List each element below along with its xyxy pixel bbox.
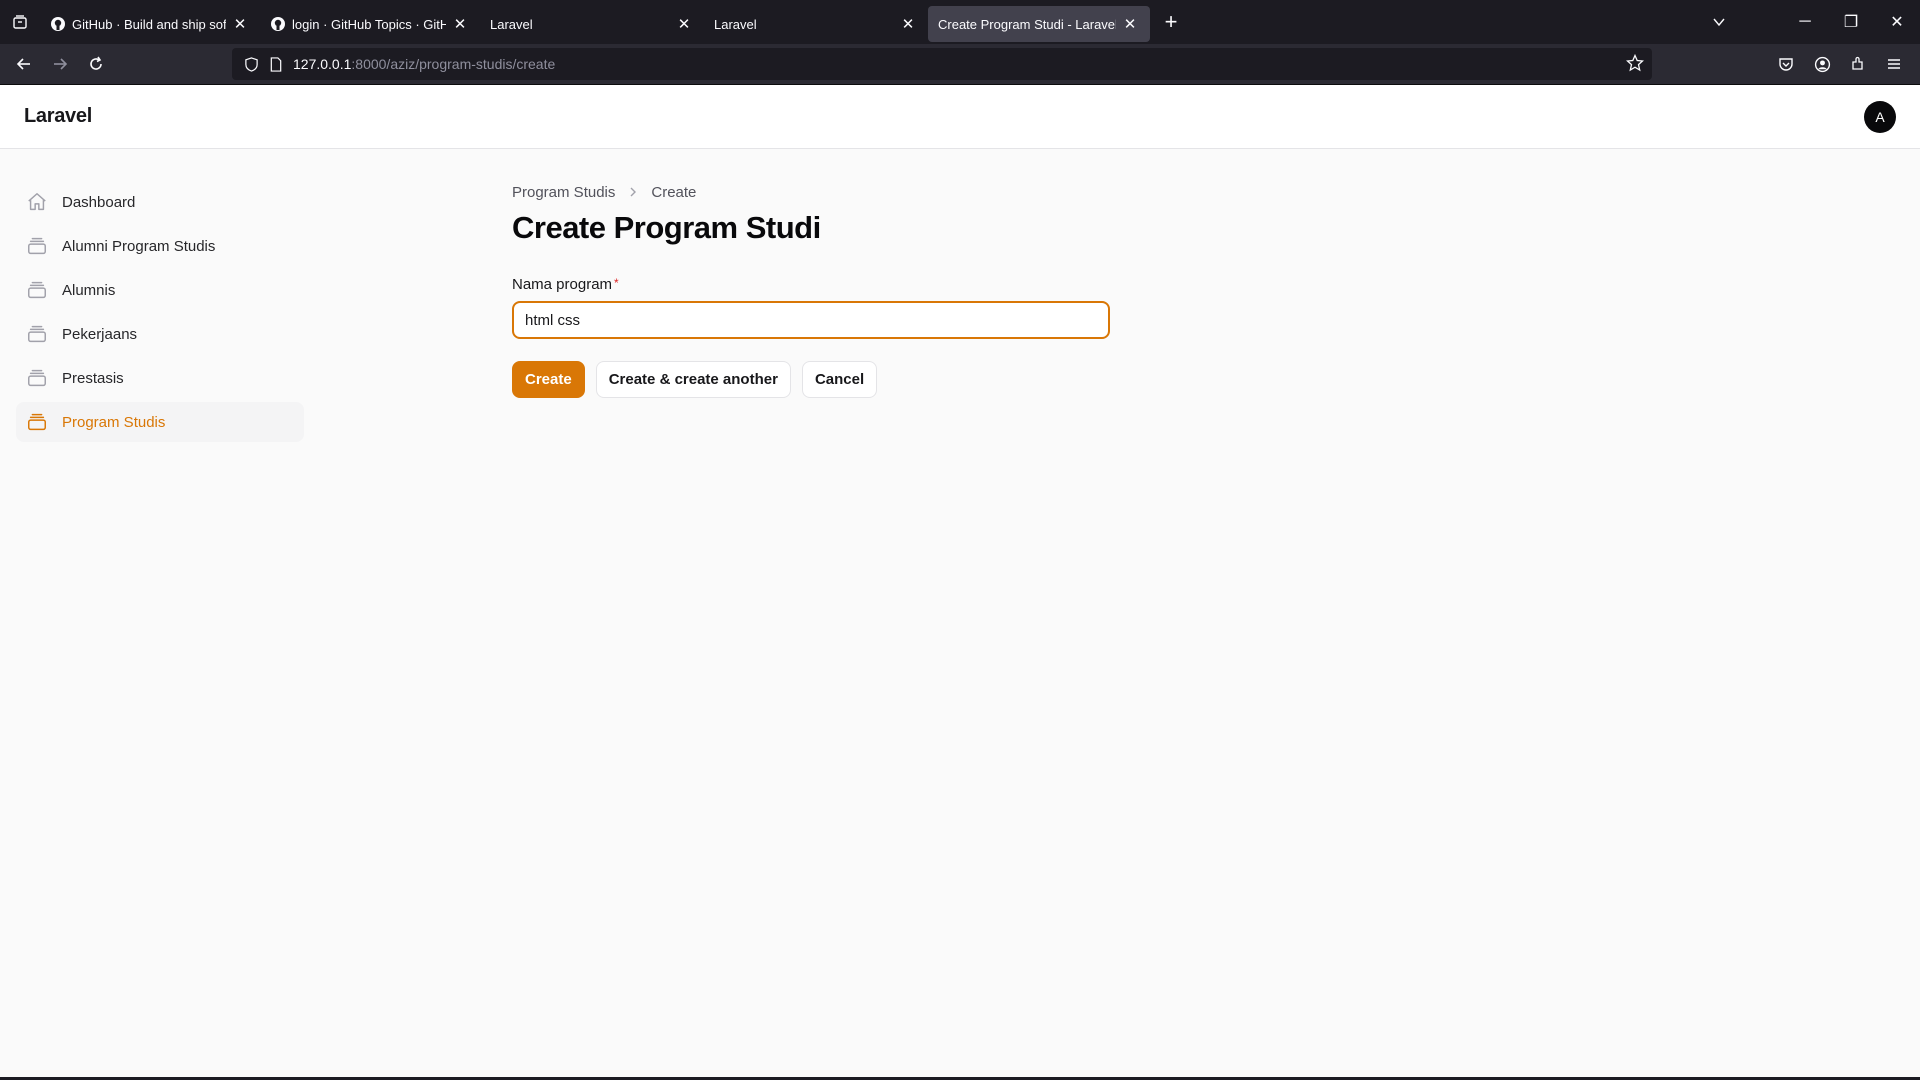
back-icon[interactable] <box>6 46 42 82</box>
minimize-icon[interactable]: ─ <box>1782 13 1828 31</box>
brand-logo[interactable]: Laravel <box>24 105 92 128</box>
pocket-icon[interactable] <box>1768 46 1804 82</box>
extensions-icon[interactable] <box>1840 46 1876 82</box>
tab-title: login · GitHub Topics · GitHub <box>292 16 446 32</box>
chevron-down-icon[interactable] <box>1696 15 1742 29</box>
browser-nav-bar: 127.0.0.1:8000/aziz/program-studis/creat… <box>0 44 1920 85</box>
shield-icon[interactable] <box>244 56 259 72</box>
home-icon <box>26 191 48 213</box>
sidebar-item-label: Pekerjaans <box>62 325 138 343</box>
account-icon[interactable] <box>1804 46 1840 82</box>
close-window-icon[interactable]: ✕ <box>1874 12 1920 32</box>
field-label: Nama program * <box>512 276 1412 293</box>
browser-tab-active[interactable]: Create Program Studi - Laravel ✕ <box>928 6 1150 42</box>
url-path: :8000/aziz/program-studis/create <box>351 56 556 72</box>
sidebar-item-alumnis[interactable]: Alumnis <box>16 270 304 310</box>
browser-tab[interactable]: Laravel ✕ <box>704 6 928 42</box>
create-button[interactable]: Create <box>512 361 585 398</box>
close-icon[interactable]: ✕ <box>898 14 918 34</box>
tab-title: Laravel <box>490 16 533 32</box>
form-actions: Create Create & create another Cancel <box>512 361 1412 398</box>
app-topbar: Laravel A <box>0 85 1920 149</box>
tab-title: Laravel <box>714 16 757 32</box>
breadcrumb-current: Create <box>651 183 697 201</box>
close-icon[interactable]: ✕ <box>230 14 250 34</box>
nama-program-input[interactable] <box>512 301 1110 339</box>
main-content: Program Studis Create Create Program Stu… <box>512 182 1412 398</box>
breadcrumb: Program Studis Create <box>512 182 1412 202</box>
reload-icon[interactable] <box>78 46 114 82</box>
collection-icon <box>26 279 48 301</box>
menu-icon[interactable] <box>1876 46 1912 82</box>
page-title: Create Program Studi <box>512 210 821 245</box>
browser-tab[interactable]: Laravel ✕ <box>480 6 704 42</box>
sidebar-item-prestasis[interactable]: Prestasis <box>16 358 304 398</box>
chevron-right-icon <box>627 186 639 198</box>
close-icon[interactable]: ✕ <box>450 14 470 34</box>
close-icon[interactable]: ✕ <box>674 14 694 34</box>
sidebar-item-label: Dashboard <box>62 193 136 211</box>
tab-list-icon[interactable] <box>0 0 40 44</box>
close-icon[interactable]: ✕ <box>1120 14 1140 34</box>
restore-icon[interactable]: ❐ <box>1828 12 1874 32</box>
sidebar-item-program-studis[interactable]: Program Studis <box>16 402 304 442</box>
browser-tab[interactable]: GitHub · Build and ship software ✕ <box>40 6 260 42</box>
tab-title: Create Program Studi - Laravel <box>938 16 1116 32</box>
field-label-text: Nama program <box>512 276 613 293</box>
collection-icon <box>26 367 48 389</box>
github-icon <box>50 16 66 32</box>
sidebar-item-label: Prestasis <box>62 369 124 387</box>
sidebar-item-pekerjaans[interactable]: Pekerjaans <box>16 314 304 354</box>
github-icon <box>270 16 286 32</box>
sidebar-item-label: Alumni Program Studis <box>62 237 216 255</box>
cancel-button[interactable]: Cancel <box>801 361 878 398</box>
new-tab-icon[interactable]: + <box>1156 7 1186 37</box>
browser-tab[interactable]: login · GitHub Topics · GitHub ✕ <box>260 6 480 42</box>
sidebar-item-dashboard[interactable]: Dashboard <box>16 182 304 222</box>
avatar[interactable]: A <box>1864 101 1896 133</box>
collection-icon <box>26 323 48 345</box>
bookmark-star-icon[interactable] <box>1625 53 1645 75</box>
browser-tab-bar: GitHub · Build and ship software ✕ login… <box>0 0 1920 44</box>
sidebar-item-label: Alumnis <box>62 281 116 299</box>
forward-icon[interactable] <box>42 46 78 82</box>
tab-title: GitHub · Build and ship software <box>72 16 226 32</box>
breadcrumb-link[interactable]: Program Studis <box>512 184 615 201</box>
collection-icon <box>26 235 48 257</box>
collection-icon <box>26 411 48 433</box>
url-bar[interactable]: 127.0.0.1:8000/aziz/program-studis/creat… <box>232 48 1652 80</box>
create-another-button[interactable]: Create & create another <box>595 361 791 398</box>
sidebar: Dashboard Alumni Program Studis Alumnis … <box>16 182 304 446</box>
required-mark: * <box>614 276 619 290</box>
sidebar-item-label: Program Studis <box>62 413 166 431</box>
page-icon[interactable] <box>269 56 283 72</box>
sidebar-item-alumni-program-studis[interactable]: Alumni Program Studis <box>16 226 304 266</box>
url-host: 127.0.0.1 <box>293 56 352 72</box>
